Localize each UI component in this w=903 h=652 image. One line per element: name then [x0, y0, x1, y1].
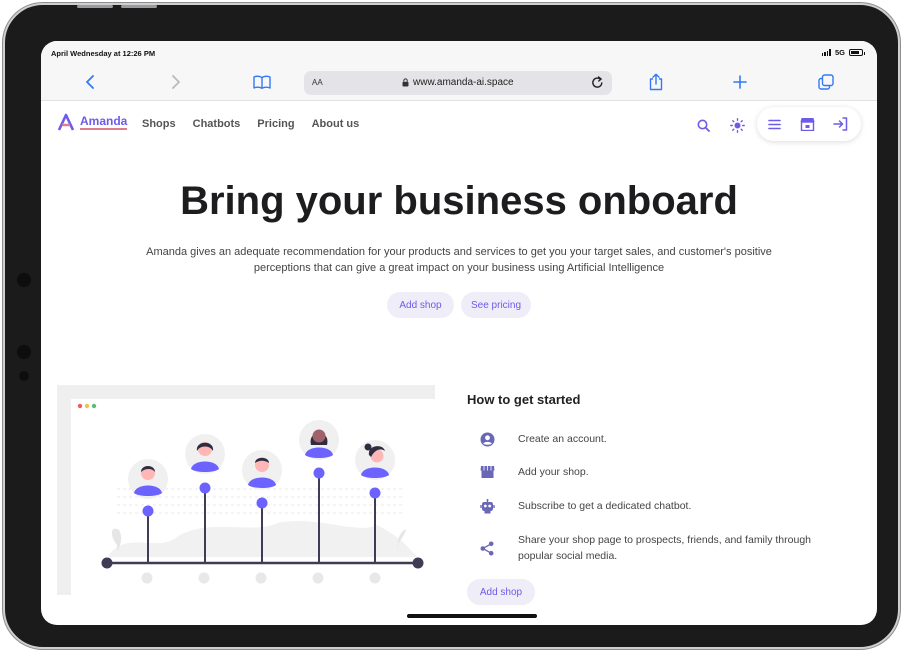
camera-dot [17, 345, 31, 359]
step-text: Share your shop page to prospects, frien… [518, 534, 812, 562]
address-bar[interactable]: AA www.amanda-ai.space [304, 71, 612, 95]
hardware-button [77, 5, 113, 8]
menu-icon[interactable] [763, 113, 785, 135]
network-label: 5G [834, 48, 845, 57]
share-nodes-icon [477, 540, 497, 556]
sensor-dot [19, 371, 29, 381]
nav-link-about-us[interactable]: About us [312, 118, 360, 130]
chevron-right-icon[interactable] [165, 71, 187, 93]
nav-link-chatbots[interactable]: Chatbots [193, 118, 241, 130]
brand-logo[interactable]: Amanda [57, 113, 128, 131]
hero-subtitle: Amanda gives an adequate recommendation … [131, 244, 787, 276]
sun-icon[interactable] [726, 114, 748, 136]
nav-link-pricing[interactable]: Pricing [257, 118, 294, 130]
browser-toolbar: AA www.amanda-ai.space [41, 63, 877, 101]
battery-icon [849, 49, 865, 56]
book-icon[interactable] [251, 71, 273, 93]
getting-started-title: How to get started [467, 392, 581, 407]
step-item: Subscribe to get a dedicated chatbot. [477, 498, 691, 514]
plus-icon[interactable] [729, 71, 751, 93]
camera-dot [17, 273, 31, 287]
site-navbar: Amanda Shops Chatbots Pricing About us [41, 102, 877, 148]
shop-icon [477, 464, 497, 480]
nav-actions-group [757, 107, 861, 141]
url-field[interactable]: www.amanda-ai.space [402, 77, 514, 88]
tabs-icon[interactable] [815, 71, 837, 93]
see-pricing-button[interactable]: See pricing [461, 292, 531, 318]
status-bar: April Wednesday at 12:26 PM 5G [41, 41, 877, 63]
step-text: Add your shop. [518, 466, 589, 478]
add-shop-button[interactable]: Add shop [467, 579, 535, 605]
chevron-left-icon[interactable] [79, 71, 101, 93]
nav-link-shops[interactable]: Shops [142, 118, 176, 130]
logo-a-icon [57, 113, 75, 131]
text-size-button[interactable]: AA [312, 78, 323, 87]
reload-icon[interactable] [591, 76, 604, 94]
url-text: www.amanda-ai.space [413, 77, 514, 88]
status-time: April Wednesday at 12:26 PM [51, 49, 156, 58]
step-item: Share your shop page to prospects, frien… [477, 532, 811, 562]
share-icon[interactable] [645, 71, 667, 93]
step-item: Create an account. [477, 431, 607, 447]
hero-subtitle-line: Amanda gives an adequate recommendation … [146, 246, 772, 258]
brand-name: Amanda [80, 113, 128, 130]
signal-icon [821, 49, 831, 56]
search-icon[interactable] [692, 114, 714, 136]
robot-icon [477, 498, 497, 514]
hero-subtitle-line: perceptions that can give a great impact… [253, 262, 665, 274]
step-text: Subscribe to get a dedicated chatbot. [518, 500, 692, 512]
status-indicators: 5G [821, 48, 865, 57]
step-item: Add your shop. [477, 464, 589, 480]
screen: April Wednesday at 12:26 PM 5G AA www.am… [41, 41, 877, 625]
login-icon[interactable] [829, 113, 851, 135]
onboarding-illustration [57, 385, 435, 595]
add-shop-button[interactable]: Add shop [387, 292, 454, 318]
user-circle-icon [477, 431, 497, 447]
store-icon[interactable] [796, 113, 818, 135]
lock-icon [402, 78, 409, 87]
hero-title: Bring your business onboard [180, 179, 738, 223]
hardware-button [121, 5, 157, 8]
step-text: Create an account. [518, 433, 607, 445]
nav-links: Shops Chatbots Pricing About us [142, 118, 359, 130]
ipad-frame: April Wednesday at 12:26 PM 5G AA www.am… [3, 3, 900, 649]
home-indicator[interactable] [407, 614, 537, 618]
